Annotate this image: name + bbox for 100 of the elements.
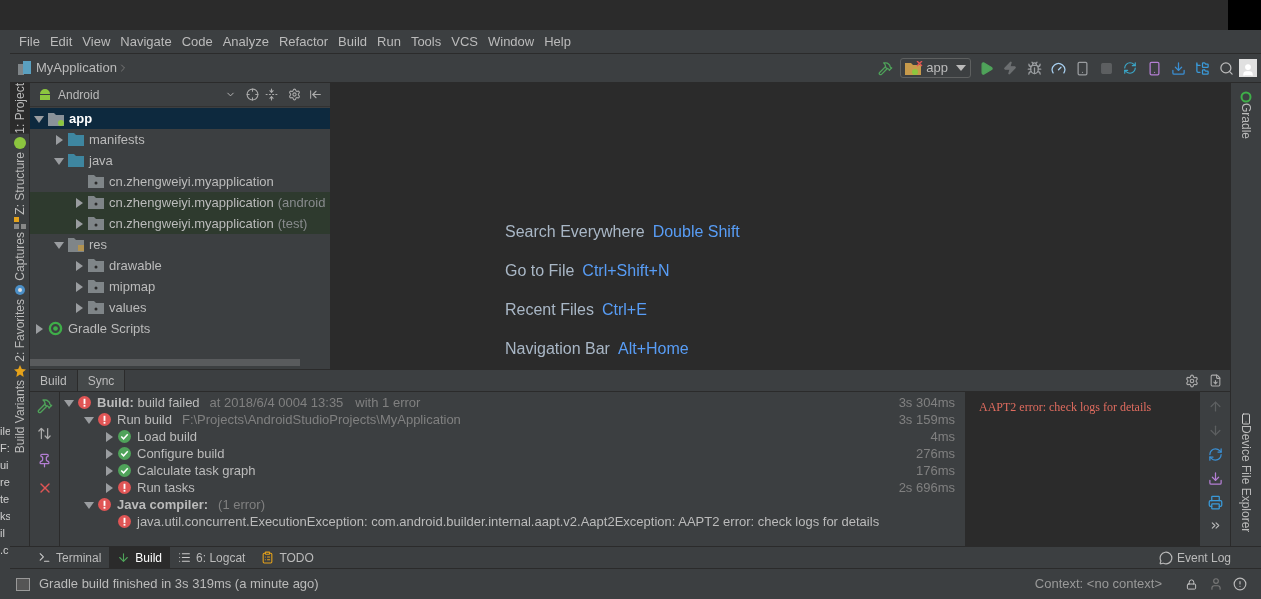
menu-item[interactable]: View bbox=[77, 31, 116, 52]
settings-icon[interactable] bbox=[1185, 373, 1199, 388]
menu-item[interactable]: Help bbox=[539, 31, 576, 52]
star-icon bbox=[13, 364, 26, 377]
build-tree-row[interactable]: Load build 4ms bbox=[60, 428, 965, 445]
settings-icon[interactable] bbox=[288, 88, 301, 101]
hide-panel-icon[interactable] bbox=[309, 88, 322, 101]
module-folder-icon bbox=[48, 111, 64, 126]
build-tree-row[interactable]: Java compiler: (1 error) bbox=[60, 496, 965, 513]
tool-window-tab[interactable]: Terminal bbox=[30, 547, 110, 568]
tree-item[interactable]: manifests bbox=[30, 129, 330, 150]
error-icon bbox=[118, 481, 131, 494]
expanded-arrow-icon[interactable] bbox=[34, 113, 44, 124]
android-icon bbox=[13, 136, 26, 149]
hint-shortcut: Double Shift bbox=[652, 222, 740, 242]
menu-item[interactable]: Edit bbox=[44, 31, 78, 52]
collapse-icon[interactable] bbox=[265, 88, 278, 101]
menu-item[interactable]: VCS bbox=[446, 31, 483, 52]
menu-item[interactable]: Window bbox=[482, 31, 540, 52]
menu-item[interactable]: Code bbox=[176, 31, 218, 52]
build-panel-tab[interactable]: Build bbox=[30, 370, 77, 391]
context-indicator[interactable]: Context: <no context> bbox=[1034, 574, 1162, 594]
lock-icon[interactable] bbox=[1186, 578, 1197, 590]
expanded-arrow-icon[interactable] bbox=[54, 239, 64, 250]
collapsed-arrow-icon[interactable] bbox=[104, 465, 114, 476]
error-icon bbox=[118, 515, 131, 528]
menu-item[interactable]: File bbox=[14, 31, 45, 52]
tool-window-tab[interactable]: TODO bbox=[253, 547, 322, 568]
collapsed-arrow-icon[interactable] bbox=[74, 260, 84, 271]
tool-window-tab[interactable]: 1: Project bbox=[9, 83, 30, 134]
run-configuration-dropdown[interactable]: app bbox=[900, 58, 971, 78]
menu-item[interactable]: Build bbox=[333, 31, 372, 52]
expanded-arrow-icon[interactable] bbox=[64, 397, 74, 408]
collapsed-arrow-icon[interactable] bbox=[54, 134, 64, 145]
print-icon[interactable] bbox=[1207, 495, 1223, 510]
build-tree-row[interactable]: Run tasks 2s 696ms bbox=[60, 479, 965, 496]
build-tree-row[interactable]: Run build F:\Projects\AndroidStudioProjects\MyApplication 3s 159ms bbox=[60, 411, 965, 428]
menu-item[interactable]: Run bbox=[372, 31, 406, 52]
build-tree-row[interactable]: Calculate task graph 176ms bbox=[60, 462, 965, 479]
locate-icon[interactable] bbox=[246, 88, 259, 101]
tool-window-tab[interactable]: Build Variants bbox=[9, 379, 30, 453]
tree-item[interactable]: drawable bbox=[30, 255, 330, 276]
tree-item[interactable]: cn.zhengweiyi.myapplication bbox=[30, 171, 330, 192]
build-step-duration: 2s 696ms bbox=[898, 478, 955, 497]
hint-shortcut: Ctrl+Shift+N bbox=[582, 261, 670, 281]
tool-window-tab[interactable]: Build bbox=[109, 547, 171, 568]
notification-icon[interactable] bbox=[1233, 577, 1247, 591]
build-step-detail: at 2018/6/4 0004 13:35 bbox=[209, 393, 344, 412]
tree-item[interactable]: cn.zhengweiyi.myapplication (android bbox=[30, 192, 330, 213]
tree-item[interactable]: res bbox=[30, 234, 330, 255]
collapsed-arrow-icon[interactable] bbox=[74, 218, 84, 229]
hint-action: Go to File bbox=[505, 261, 575, 281]
build-tree-row[interactable]: Configure build 276ms bbox=[60, 445, 965, 462]
tool-window-tab[interactable]: Gradle bbox=[1236, 103, 1256, 140]
build-step-text: Configure build bbox=[137, 444, 225, 463]
collapsed-arrow-icon[interactable] bbox=[74, 302, 84, 313]
background-window bbox=[1228, 0, 1261, 30]
menu-item[interactable]: Tools bbox=[405, 31, 447, 52]
tree-item[interactable]: java bbox=[30, 150, 330, 171]
collapsed-arrow-icon[interactable] bbox=[74, 197, 84, 208]
tool-window-tab[interactable]: Device File Explorer bbox=[1236, 424, 1256, 532]
collapsed-arrow-icon[interactable] bbox=[74, 281, 84, 292]
tree-item[interactable]: mipmap bbox=[30, 276, 330, 297]
expanded-arrow-icon[interactable] bbox=[54, 155, 64, 166]
menu-item[interactable]: Refactor bbox=[273, 31, 334, 52]
wrap-icon[interactable] bbox=[1207, 447, 1223, 462]
build-panel-tab[interactable]: Sync bbox=[76, 370, 126, 391]
expanded-arrow-icon[interactable] bbox=[84, 499, 94, 510]
collapsed-arrow-icon[interactable] bbox=[104, 431, 114, 442]
collapsed-arrow-icon[interactable] bbox=[34, 323, 44, 334]
build-tree-row[interactable]: java.util.concurrent.ExecutionException: com.android.builder.internal.aapt.v2.Aapt2Exception: AAPT2 error: check logs for details bbox=[60, 513, 965, 530]
folder-icon bbox=[68, 154, 84, 167]
build-tree-row[interactable]: Build: build failed at 2018/6/4 0004 13:35 with 1 error 3s 304ms bbox=[60, 394, 965, 411]
tool-window-tab[interactable]: Z: Structure bbox=[9, 151, 30, 215]
tree-item[interactable]: values bbox=[30, 297, 330, 318]
collapsed-arrow-icon[interactable] bbox=[104, 448, 114, 459]
build-step-text: java.util.concurrent.ExecutionException: com.android.builder.internal.aapt.v2.Aapt2Exception: AAPT2 error: check logs for details bbox=[137, 512, 880, 531]
scrollbar[interactable] bbox=[30, 359, 300, 366]
ok-icon bbox=[118, 464, 131, 477]
panel-toggle-icon[interactable] bbox=[16, 577, 30, 591]
hammer-icon[interactable] bbox=[36, 398, 53, 414]
menu-item[interactable]: Analyze bbox=[217, 31, 274, 52]
menu-item[interactable]: Navigate bbox=[115, 31, 177, 52]
tree-item[interactable]: Gradle Scripts bbox=[30, 318, 330, 339]
breadcrumb[interactable]: MyApplication bbox=[36, 58, 117, 78]
tool-window-tab[interactable]: 2: Favorites bbox=[9, 299, 30, 362]
collapsed-arrow-icon[interactable] bbox=[104, 482, 114, 493]
expanded-arrow-icon[interactable] bbox=[84, 414, 94, 425]
view-selector[interactable]: Android bbox=[58, 85, 225, 104]
scroll-end-icon[interactable] bbox=[1207, 471, 1223, 486]
sort-icon[interactable] bbox=[37, 426, 52, 441]
tree-item[interactable]: app bbox=[30, 108, 330, 129]
pin-icon[interactable] bbox=[37, 453, 52, 468]
event-log-tab[interactable]: Event Log bbox=[1176, 548, 1231, 567]
background-text: ui bbox=[0, 459, 10, 472]
download-icon[interactable] bbox=[1209, 374, 1222, 387]
camera-icon bbox=[13, 284, 26, 297]
tree-item[interactable]: cn.zhengweiyi.myapplication (test) bbox=[30, 213, 330, 234]
tool-window-tab[interactable]: Captures bbox=[9, 232, 30, 282]
tool-window-tab[interactable]: 6: Logcat bbox=[170, 547, 254, 568]
